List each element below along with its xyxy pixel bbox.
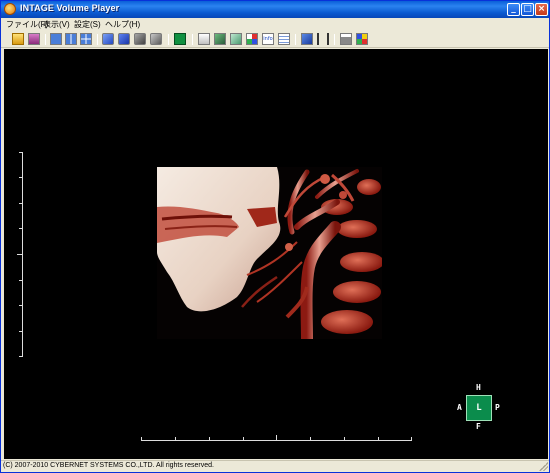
orientation-top-label: H bbox=[476, 383, 481, 392]
axes-icon[interactable] bbox=[246, 33, 258, 45]
volume-render-image[interactable] bbox=[157, 167, 382, 339]
scale-tick bbox=[19, 177, 23, 178]
scale-tick bbox=[19, 356, 23, 357]
scale-tick bbox=[310, 437, 311, 440]
orientation-left-label: A bbox=[457, 403, 462, 412]
maximize-button[interactable]: □ bbox=[521, 3, 534, 16]
tower-icon[interactable] bbox=[317, 33, 329, 45]
orientation-bottom-label: F bbox=[476, 422, 481, 431]
menu-settings[interactable]: 設定(S) bbox=[74, 19, 101, 30]
menu-help[interactable]: ヘルプ(H) bbox=[105, 19, 140, 30]
clip-box-icon[interactable] bbox=[230, 33, 242, 45]
layout-icon[interactable] bbox=[198, 33, 210, 45]
window-title: INTAGE Volume Player bbox=[20, 3, 120, 13]
scale-tick bbox=[344, 437, 345, 440]
green-square-icon[interactable] bbox=[174, 33, 186, 45]
menu-bar: ファイル(F) 表示(V) 設定(S) ヘルプ(H) bbox=[1, 18, 549, 31]
scale-tick bbox=[19, 203, 23, 204]
toolbar-separator bbox=[295, 34, 296, 45]
document-icon[interactable] bbox=[278, 33, 290, 45]
resize-grip[interactable] bbox=[539, 462, 548, 471]
shaded-cube-blue2-icon[interactable] bbox=[118, 33, 130, 45]
minimize-button[interactable]: _ bbox=[507, 3, 520, 16]
info-icon[interactable]: info bbox=[262, 33, 274, 45]
scale-tick bbox=[243, 437, 244, 440]
status-bar: (C) 2007-2010 CYBERNET SYSTEMS CO.,LTD. … bbox=[1, 460, 549, 472]
toolbar-separator bbox=[45, 34, 46, 45]
single-view-icon[interactable] bbox=[50, 33, 62, 45]
vessel-render-illustration bbox=[157, 167, 382, 339]
menu-file[interactable]: ファイル(F) bbox=[6, 19, 48, 30]
scale-tick bbox=[19, 152, 23, 153]
crop-box-icon[interactable] bbox=[214, 33, 226, 45]
toolbar-separator bbox=[168, 34, 169, 45]
toolbar: info bbox=[1, 31, 549, 48]
color-map-icon[interactable] bbox=[356, 33, 368, 45]
title-bar[interactable]: INTAGE Volume Player _ □ × bbox=[1, 1, 549, 18]
orientation-right-label: P bbox=[495, 403, 500, 412]
toolbar-separator bbox=[97, 34, 98, 45]
orientation-cube[interactable]: L bbox=[466, 395, 492, 421]
scale-tick bbox=[209, 437, 210, 440]
scale-tick bbox=[19, 305, 23, 306]
shaded-cube-gray-icon[interactable] bbox=[134, 33, 146, 45]
scale-tick bbox=[276, 435, 277, 440]
volume-box-icon[interactable] bbox=[301, 33, 313, 45]
scale-tick bbox=[141, 437, 142, 440]
scale-tick bbox=[19, 331, 23, 332]
open-folder-icon[interactable] bbox=[12, 33, 24, 45]
toolbar-separator bbox=[334, 34, 335, 45]
quad-view-icon[interactable] bbox=[80, 33, 92, 45]
toolbar-separator bbox=[192, 34, 193, 45]
app-window: INTAGE Volume Player _ □ × ファイル(F) 表示(V)… bbox=[0, 0, 550, 473]
scale-tick bbox=[17, 254, 23, 255]
scale-tick bbox=[19, 228, 23, 229]
app-icon bbox=[4, 3, 16, 15]
gallery-icon[interactable] bbox=[340, 33, 352, 45]
menu-view[interactable]: 表示(V) bbox=[43, 19, 70, 30]
copyright-text: (C) 2007-2010 CYBERNET SYSTEMS CO.,LTD. … bbox=[3, 462, 214, 469]
scale-tick bbox=[378, 437, 379, 440]
open-volume-icon[interactable] bbox=[28, 33, 40, 45]
close-button[interactable]: × bbox=[535, 3, 548, 16]
scale-tick bbox=[175, 437, 176, 440]
shaded-cube-gray2-icon[interactable] bbox=[150, 33, 162, 45]
scale-tick bbox=[411, 437, 412, 440]
dual-view-icon[interactable] bbox=[65, 33, 77, 45]
volume-viewport[interactable]: H A L P F bbox=[4, 49, 548, 459]
scale-tick bbox=[19, 280, 23, 281]
horizontal-scale-bar bbox=[141, 440, 412, 441]
shaded-cube-blue-icon[interactable] bbox=[102, 33, 114, 45]
